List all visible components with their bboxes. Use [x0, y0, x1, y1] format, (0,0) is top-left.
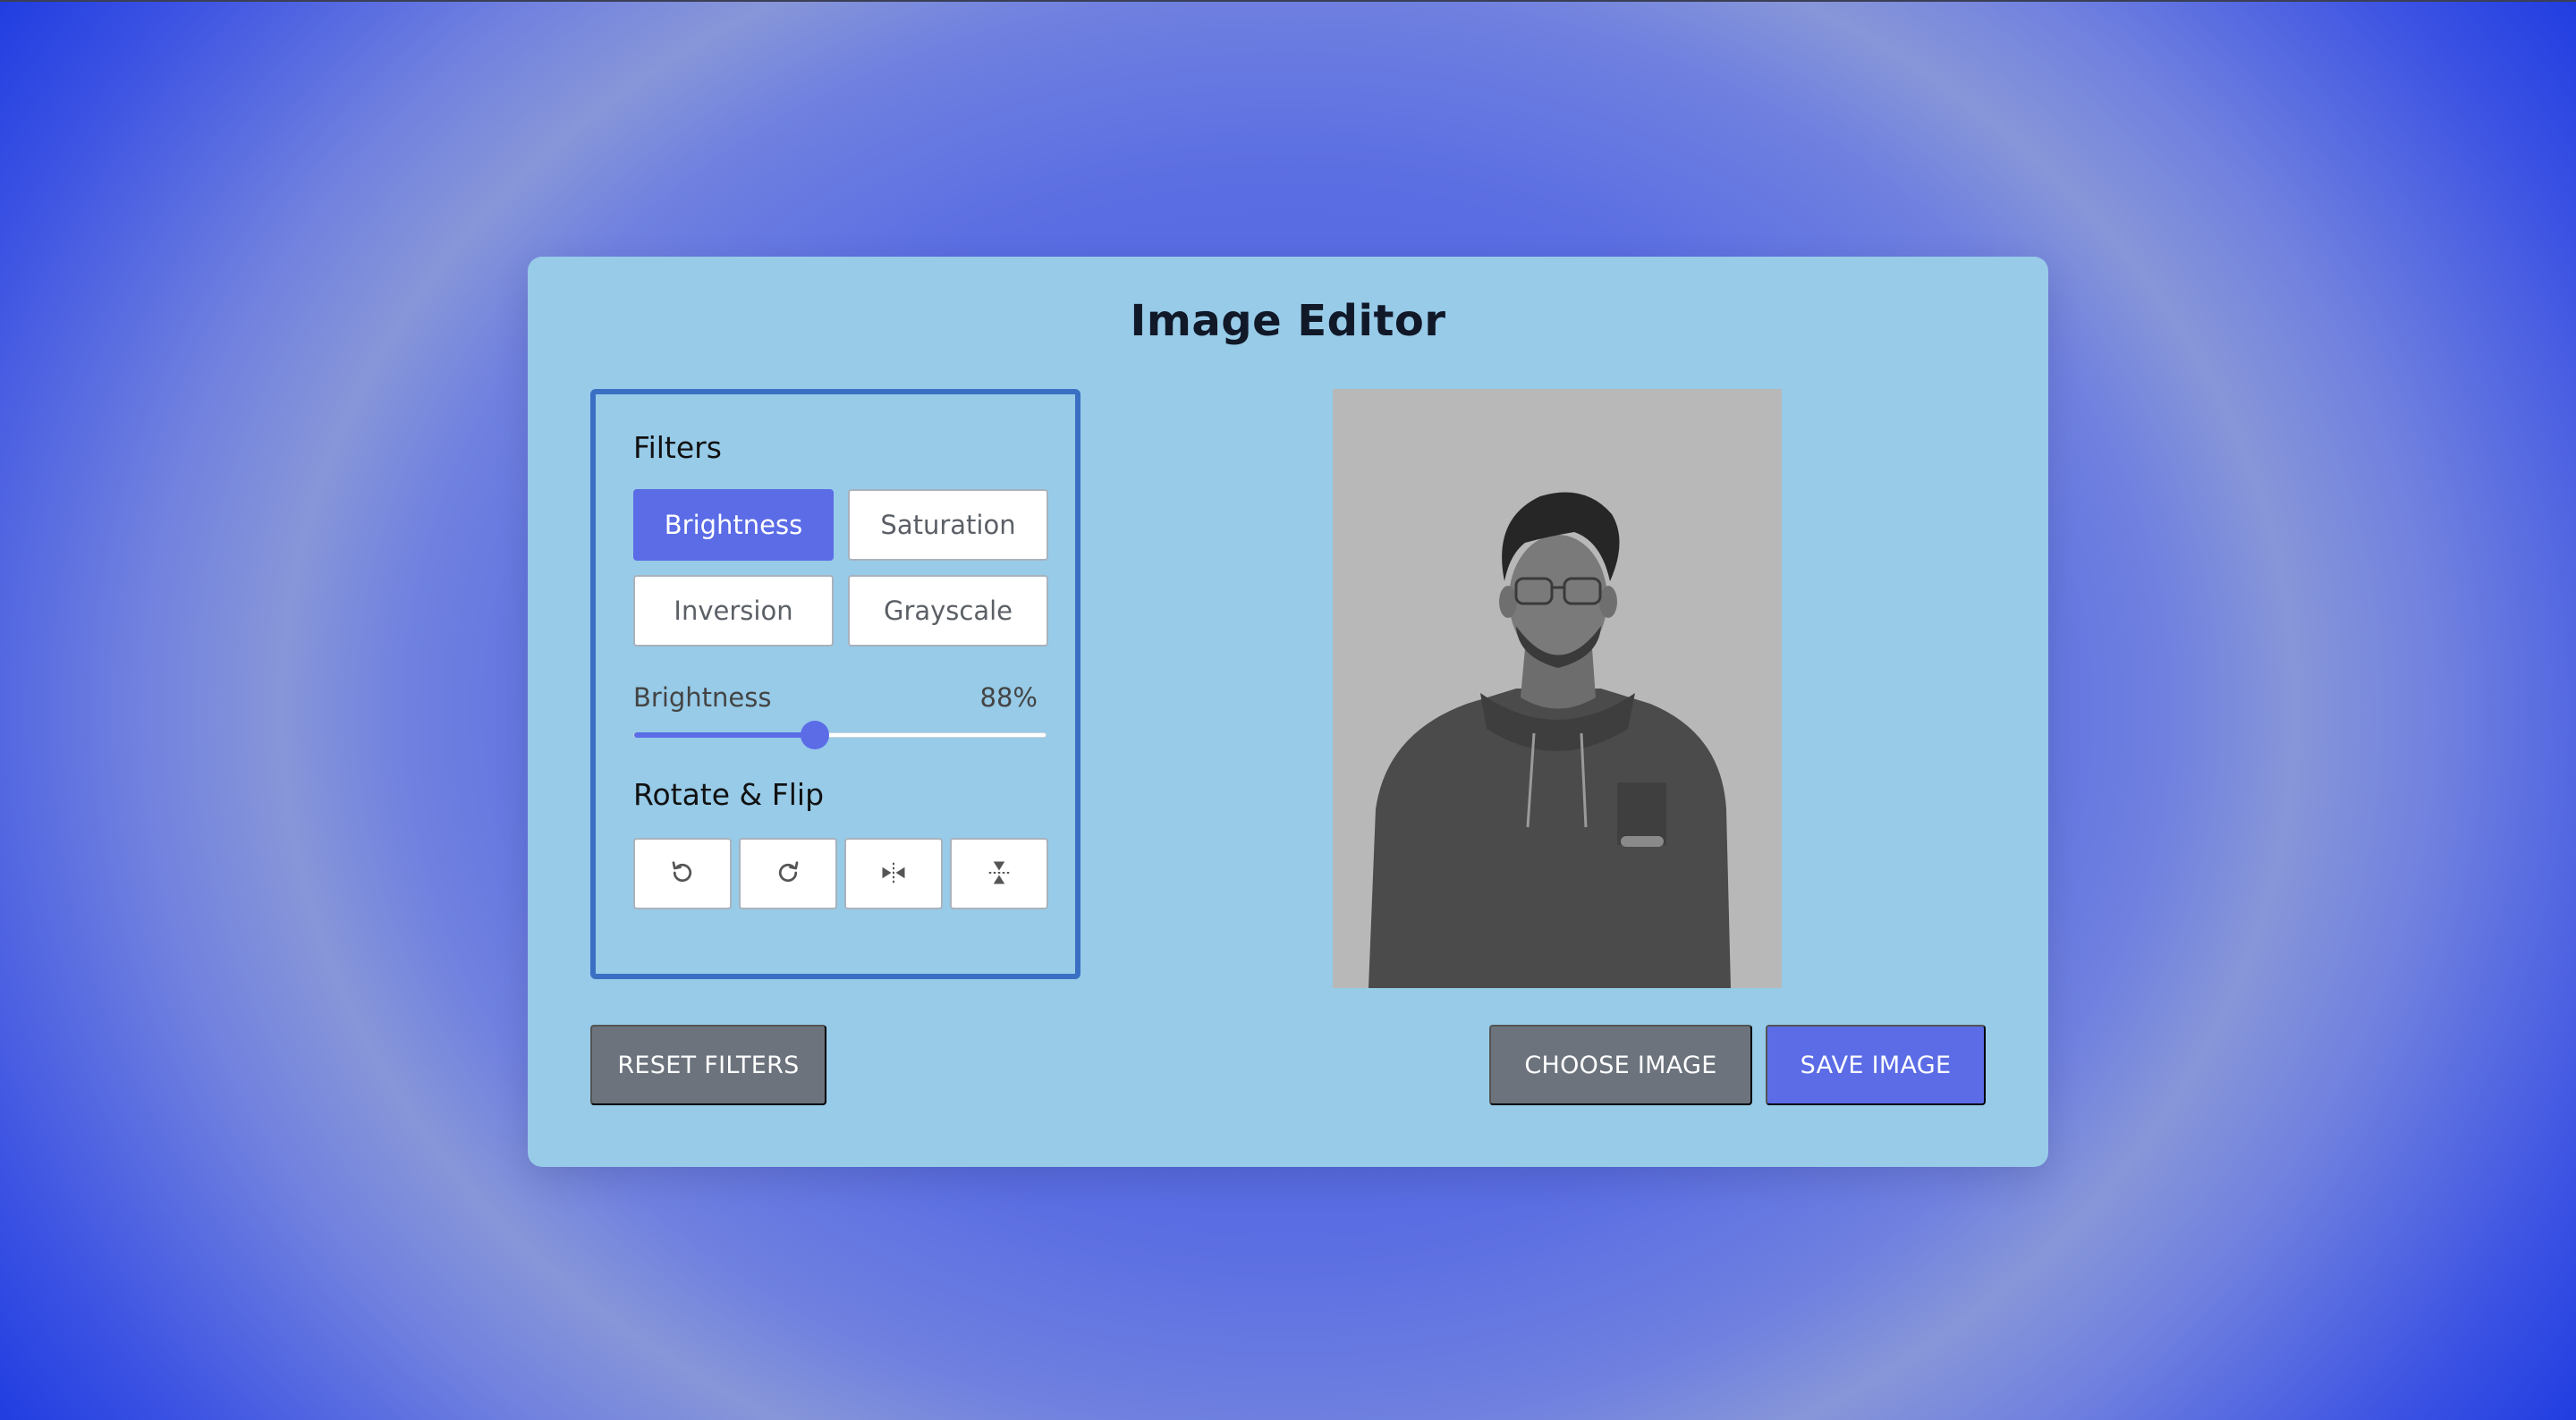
choose-image-button[interactable]: CHOOSE IMAGE [1489, 1025, 1752, 1105]
image-preview [1333, 389, 1782, 988]
rotate-left-icon [669, 859, 696, 889]
flip-vertical-icon [986, 859, 1013, 889]
brightness-slider[interactable] [633, 721, 1046, 749]
filter-inversion-button[interactable]: Inversion [633, 575, 834, 647]
rotate-right-icon [775, 859, 801, 889]
slider-label: Brightness [633, 682, 772, 713]
filter-brightness-button[interactable]: Brightness [633, 489, 834, 561]
preview-photo [1333, 389, 1782, 988]
flip-vertical-button[interactable] [950, 838, 1048, 909]
slider-value: 88% [979, 682, 1038, 713]
filter-saturation-button[interactable]: Saturation [848, 489, 1048, 561]
rotate-flip-heading: Rotate & Flip [633, 777, 825, 812]
filter-grayscale-button[interactable]: Grayscale [848, 575, 1048, 647]
window-top-edge [0, 0, 2576, 2]
controls-panel: Filters Brightness Saturation Inversion … [590, 389, 1080, 979]
save-image-button[interactable]: SAVE IMAGE [1766, 1025, 1986, 1105]
slider-fill [634, 732, 816, 738]
filters-heading: Filters [633, 430, 722, 465]
editor-card: Image Editor Filters Brightness Saturati… [528, 257, 2048, 1167]
slider-thumb[interactable] [801, 721, 830, 749]
page-title: Image Editor [1130, 296, 1446, 346]
reset-filters-button[interactable]: RESET FILTERS [590, 1025, 826, 1105]
flip-horizontal-icon [880, 859, 907, 889]
flip-horizontal-button[interactable] [844, 838, 943, 909]
rotate-right-button[interactable] [739, 838, 837, 909]
rotate-left-button[interactable] [633, 838, 732, 909]
